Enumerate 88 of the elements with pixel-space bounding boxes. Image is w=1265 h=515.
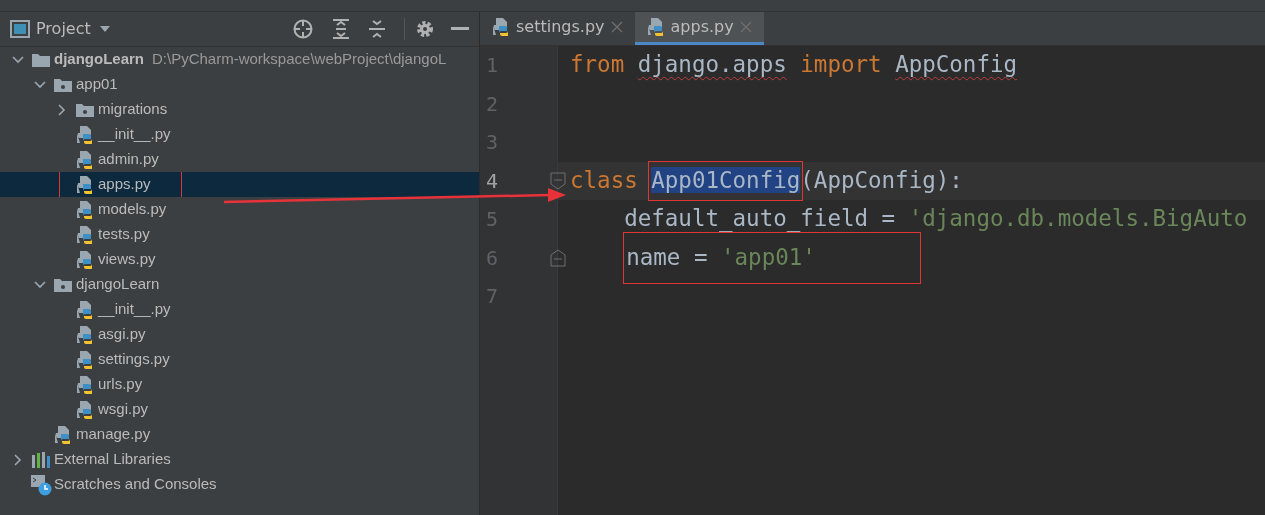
scratches-clock-icon (30, 473, 52, 496)
tree-item-label[interactable]: asgi.py (96, 323, 148, 346)
minimize-icon[interactable] (451, 27, 469, 31)
tree-item-label[interactable]: Scratches and Consoles (52, 473, 219, 496)
tree-item-label[interactable]: External Libraries (52, 448, 173, 471)
line-number: 4 (486, 167, 499, 195)
tree-item-label[interactable]: djangoLearn (74, 273, 162, 296)
tree-row[interactable]: asgi.py (0, 322, 479, 347)
tree-item-label[interactable]: models.py (96, 198, 169, 221)
python-file-icon (76, 174, 94, 195)
tree-item-label[interactable]: tests.py (96, 223, 152, 246)
tree-row[interactable]: models.py (0, 197, 479, 222)
project-path: D:\PyCharm-workspace\webProject\djangoL (152, 49, 447, 70)
tree-row[interactable]: app01 (0, 72, 479, 97)
expand-all-icon[interactable] (332, 19, 350, 39)
tree-row[interactable]: External Libraries (0, 447, 479, 472)
python-file-icon (492, 17, 510, 37)
file-tab[interactable]: apps.py (634, 12, 764, 45)
tree-item-label[interactable]: djangoLearn (52, 48, 146, 71)
code-token: from (570, 50, 626, 80)
tree-item-label[interactable]: __init__.py (96, 298, 173, 321)
python-file-icon (76, 374, 94, 395)
tree-row[interactable]: __init__.py (0, 122, 479, 147)
python-file-icon (76, 324, 94, 345)
folder-icon (53, 76, 73, 93)
code-token: django.apps (637, 50, 787, 80)
tree-row[interactable]: djangoLearn D:\PyCharm-workspace\webProject\djangoL (0, 47, 479, 72)
code-token: import (799, 50, 883, 80)
python-file-icon (76, 299, 94, 320)
python-file-icon (76, 199, 94, 220)
tree-item-label[interactable]: apps.py (96, 173, 153, 196)
python-file-icon (76, 349, 94, 370)
tree-row[interactable]: admin.py (0, 147, 479, 172)
collapse-chevron-icon (12, 453, 24, 466)
tree-item-label[interactable]: settings.py (96, 348, 172, 371)
file-tab[interactable]: settings.py (480, 12, 635, 45)
tree-item-label[interactable]: admin.py (96, 148, 161, 171)
code-token: AppConfig (895, 50, 1018, 80)
locate-icon[interactable] (292, 18, 314, 40)
folder-icon (31, 51, 51, 68)
tree-row[interactable]: views.py (0, 247, 479, 272)
code-token: 'django.db.models.BigAuto (908, 204, 1248, 234)
tree-row[interactable]: settings.py (0, 347, 479, 372)
tree-item-label[interactable]: app01 (74, 73, 120, 96)
collapse-chevron-icon (56, 103, 68, 116)
python-file-icon (76, 124, 94, 145)
expand-chevron-icon (34, 278, 46, 291)
tree-row[interactable]: __init__.py (0, 297, 479, 322)
settings-icon[interactable] (415, 19, 435, 39)
panel-icon (10, 20, 30, 38)
python-file-icon (76, 399, 94, 420)
dropdown-caret-icon[interactable] (98, 25, 111, 33)
tree-row[interactable]: manage.py (0, 422, 479, 447)
tree-row[interactable]: Scratches and Consoles (0, 472, 479, 497)
folder-icon (75, 101, 95, 118)
tree-item-label[interactable]: urls.py (96, 373, 145, 396)
fold-marker-icon[interactable] (550, 171, 566, 190)
close-icon (739, 21, 752, 33)
code-token: (AppConfig): (800, 165, 963, 195)
collapse-all-icon[interactable] (368, 19, 386, 39)
code-token: name = (626, 242, 709, 272)
python-file-icon (76, 149, 94, 170)
close-icon (610, 21, 623, 33)
tree-row[interactable]: wsgi.py (0, 397, 479, 422)
expand-chevron-icon (12, 53, 24, 66)
tree-row[interactable]: urls.py (0, 372, 479, 397)
tree-item-label[interactable]: views.py (96, 248, 158, 271)
tree-row[interactable]: migrations (0, 97, 479, 122)
tree-row[interactable]: djangoLearn (0, 272, 479, 297)
tree-item-label[interactable]: wsgi.py (96, 398, 151, 421)
library-icon (31, 450, 51, 469)
panel-title[interactable]: Project (36, 17, 91, 41)
code-token: App01Config (651, 166, 801, 193)
expand-chevron-icon (34, 78, 46, 91)
folder-icon (53, 276, 73, 293)
python-file-icon (646, 17, 665, 37)
tree-item-label[interactable]: migrations (96, 98, 170, 121)
code-token: default_auto_field = (623, 204, 897, 234)
tree-item-label[interactable]: __init__.py (96, 123, 173, 146)
python-file-icon (76, 224, 94, 245)
python-file-icon (54, 424, 72, 445)
python-file-icon (76, 249, 94, 270)
tree-row[interactable]: tests.py (0, 222, 479, 247)
code-token: 'app01' (721, 242, 816, 272)
tree-item-label[interactable]: manage.py (74, 423, 153, 446)
fold-marker-icon[interactable] (550, 248, 566, 267)
code-token: class (570, 165, 639, 195)
tree-row[interactable]: apps.py (0, 172, 479, 197)
